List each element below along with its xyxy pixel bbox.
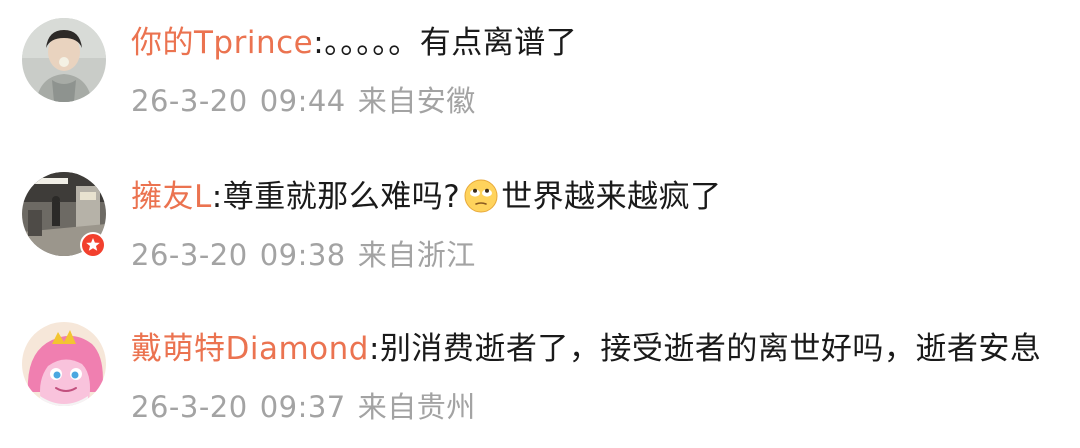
comment-location: 来自安徽 — [357, 84, 476, 118]
comment-date: 26-3-20 — [131, 390, 248, 424]
comment-meta: 26-3-20 09:44 来自安徽 — [131, 83, 476, 119]
username-link[interactable]: 戴萌特Diamond — [131, 331, 369, 367]
username-link[interactable]: 你的Tprince — [131, 25, 313, 61]
comment-item: 你的Tprince:。。。。。有点离谱了 26-3-20 09:44 来自安徽 — [0, 0, 1080, 140]
comment-line: 擁友L:尊重就那么难吗? 世界越来越疯了 — [131, 177, 722, 217]
comment-meta: 26-3-20 09:37 来自贵州 — [131, 389, 476, 425]
user-avatar[interactable] — [22, 322, 106, 406]
comment-date: 26-3-20 — [131, 238, 248, 272]
comment-list: 你的Tprince:。。。。。有点离谱了 26-3-2009:44来自安徽 — [0, 0, 1080, 448]
separator: : — [313, 25, 325, 61]
separator: : — [211, 179, 223, 215]
comment-item: 戴萌特Diamond:别消费逝者了，接受逝者的离世好吗，逝者安息 26-3-20… — [0, 300, 1080, 440]
comment-text-after-emoji: 世界越来越疯了 — [501, 179, 722, 215]
comment-time: 09:37 — [259, 390, 346, 424]
comment-text: 。。。。。有点离谱了 — [324, 25, 578, 61]
comment-text: 尊重就那么难吗? — [222, 179, 461, 215]
user-avatar[interactable] — [22, 18, 106, 102]
comment-line: 你的Tprince:。。。。。有点离谱了 — [131, 23, 577, 63]
comment-meta: 26-3-20 09:38 来自浙江 — [131, 237, 476, 273]
comment-time: 09:38 — [259, 238, 346, 272]
verified-badge — [80, 232, 106, 258]
eye-roll-emoji-icon — [464, 179, 498, 213]
verified-badge-icon — [86, 238, 100, 251]
comment-line: 戴萌特Diamond:别消费逝者了，接受逝者的离世好吗，逝者安息 — [131, 329, 1041, 369]
comment-item: 擁友L:尊重就那么难吗? 世界越来越疯了 26-3-20 09:38 来自浙江 — [0, 150, 1080, 290]
separator: : — [368, 331, 380, 367]
comment-text: 别消费逝者了，接受逝者的离世好吗，逝者安息 — [379, 331, 1042, 367]
avatar-photo-person-icon — [22, 18, 106, 102]
comment-date: 26-3-20 — [131, 84, 248, 118]
username-link[interactable]: 擁友L — [131, 179, 212, 215]
comment-location: 来自贵州 — [357, 390, 476, 424]
comment-location: 来自浙江 — [357, 238, 476, 272]
comment-time: 09:44 — [259, 84, 346, 118]
avatar-pony-icon — [22, 322, 106, 406]
